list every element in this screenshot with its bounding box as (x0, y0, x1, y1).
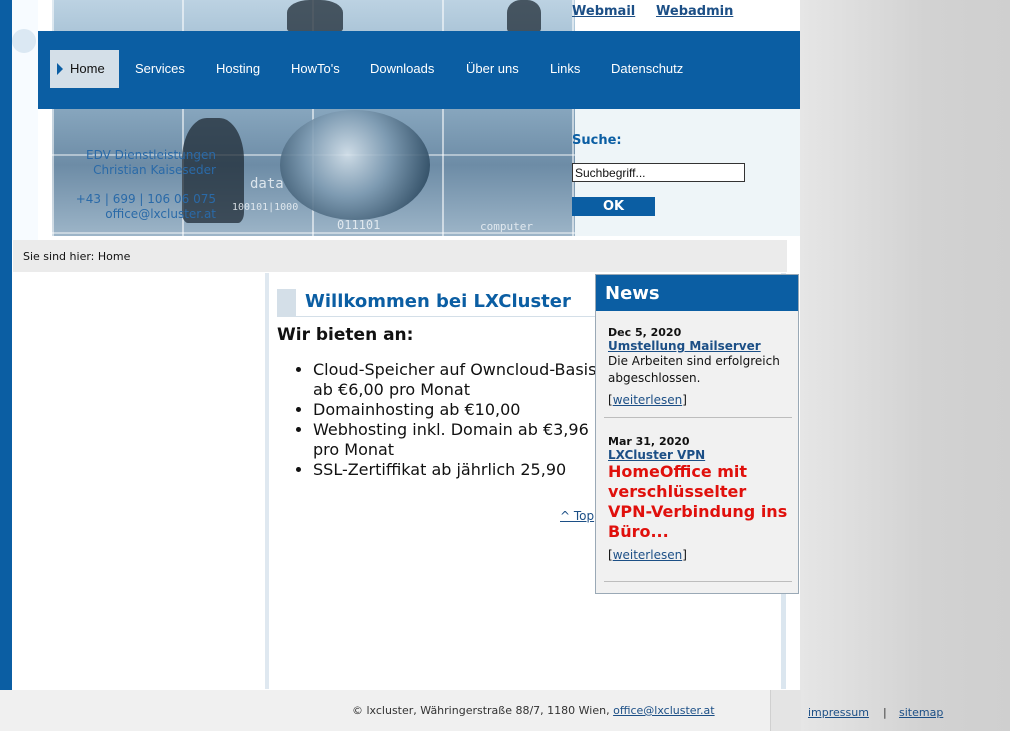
search-input[interactable] (572, 163, 745, 182)
nav-item-links[interactable]: Links (550, 50, 580, 88)
search-submit-button[interactable]: OK (572, 197, 655, 216)
footer-email-link[interactable]: office@lxcluster.at (613, 704, 715, 717)
nav-item-howtos[interactable]: HowTo's (291, 50, 340, 88)
offer-list: Cloud-Speicher auf Owncloud-Basis ab €6,… (277, 360, 603, 480)
contact-phone: +43 | 699 | 106 06 075 (75, 192, 216, 206)
footer-tab (770, 690, 801, 731)
decorative-circle (12, 29, 36, 53)
contact-line: Christian Kaiseseder (93, 163, 216, 177)
nav-item-datenschutz[interactable]: Datenschutz (611, 50, 683, 88)
main-navigation: Home Services Hosting HowTo's Downloads … (38, 31, 800, 109)
silhouette-person (287, 0, 343, 32)
news-text: Die Arbeiten sind erfolgreich abgeschlos… (608, 354, 780, 385)
back-to-top-link[interactable]: ^ Top (560, 509, 594, 523)
banner-word: computer (480, 220, 533, 233)
news-item: Mar 31, 2020 LXCluster VPN HomeOffice mi… (608, 435, 793, 562)
search-label: Suche: (572, 133, 622, 148)
page-title: Willkommen bei LXCluster (305, 291, 571, 312)
list-item: SSL-Zertiffikat ab jährlich 25,90 (313, 460, 603, 480)
news-box: News Dec 5, 2020 Umstellung Mailserver D… (595, 274, 799, 594)
nav-item-label: Home (70, 61, 105, 76)
news-date: Mar 31, 2020 (608, 435, 690, 448)
read-more-link[interactable]: weiterlesen (613, 393, 683, 407)
news-title-link[interactable]: LXCluster VPN (608, 448, 793, 462)
page-side-background (800, 0, 1010, 731)
news-divider (604, 417, 792, 418)
news-date: Dec 5, 2020 (608, 326, 682, 339)
nav-item-downloads[interactable]: Downloads (370, 50, 434, 88)
webmail-link[interactable]: Webmail (572, 4, 635, 19)
list-item: Cloud-Speicher auf Owncloud-Basis ab €6,… (313, 360, 603, 400)
list-item: Domainhosting ab €10,00 (313, 400, 603, 420)
footer-address: © lxcluster, Währingerstraße 88/7, 1180 … (352, 704, 715, 717)
news-divider (604, 581, 792, 582)
banner-word: 100101|1000 (232, 202, 299, 213)
news-more: [weiterlesen] (608, 393, 687, 407)
news-title-link[interactable]: Umstellung Mailserver (608, 339, 793, 353)
sitemap-link[interactable]: sitemap (899, 706, 943, 719)
left-column (12, 273, 265, 689)
nav-item-ueber-uns[interactable]: Über uns (466, 50, 519, 88)
silhouette-person (507, 0, 541, 32)
news-item: Dec 5, 2020 Umstellung Mailserver Die Ar… (608, 326, 793, 407)
offer-heading: Wir bieten an: (277, 325, 414, 345)
banner-word: data (250, 176, 284, 192)
news-text: HomeOffice mit verschlüsselter VPN-Verbi… (608, 462, 788, 541)
globe-graphic (280, 110, 430, 220)
arrow-right-icon (57, 63, 63, 75)
banner-word: 011101 (337, 218, 381, 232)
webadmin-link[interactable]: Webadmin (656, 4, 733, 19)
news-heading: News (596, 275, 798, 311)
news-more: [weiterlesen] (608, 548, 687, 562)
contact-line: EDV Dienstleistungen (86, 148, 216, 162)
footer-copyright: © lxcluster, Währingerstraße 88/7, 1180 … (352, 704, 614, 717)
breadcrumb-text: Sie sind hier: Home (23, 250, 131, 263)
impressum-link[interactable]: impressum (808, 706, 869, 719)
contact-email[interactable]: office@lxcluster.at (60, 207, 216, 222)
list-item: Webhosting inkl. Domain ab €3,96 pro Mon… (313, 420, 603, 460)
nav-item-hosting[interactable]: Hosting (216, 50, 260, 88)
nav-item-services[interactable]: Services (135, 50, 185, 88)
contact-block: EDV Dienstleistungen Christian Kaisesede… (60, 148, 216, 222)
title-accent-bar (277, 289, 296, 317)
read-more-link[interactable]: weiterlesen (613, 548, 683, 562)
footer-separator: | (883, 706, 887, 719)
title-underline (296, 316, 596, 317)
breadcrumb: Sie sind hier: Home (13, 240, 787, 272)
left-blue-strip (0, 0, 12, 690)
nav-item-home[interactable]: Home (50, 50, 119, 88)
